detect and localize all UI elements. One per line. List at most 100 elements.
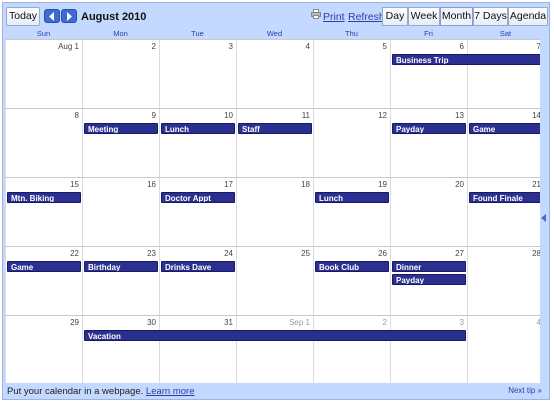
day-cell[interactable]: 4 bbox=[467, 316, 544, 384]
chevron-right-icon bbox=[67, 12, 72, 21]
day-number: 27 bbox=[455, 249, 464, 258]
dow-label: Sun bbox=[36, 29, 51, 38]
day-cell[interactable]: 14 bbox=[467, 109, 544, 177]
day-cell[interactable]: 3 bbox=[390, 316, 467, 384]
day-number: 12 bbox=[378, 111, 387, 120]
day-cell[interactable]: Aug 1 bbox=[5, 40, 82, 108]
calendar-event[interactable]: Game bbox=[469, 123, 543, 134]
learn-more-link[interactable]: Learn more bbox=[146, 386, 195, 397]
chevron-left-icon bbox=[541, 214, 546, 222]
day-cell[interactable]: 4 bbox=[236, 40, 313, 108]
day-cell[interactable]: 6 bbox=[390, 40, 467, 108]
tab-7-days[interactable]: 7 Days bbox=[473, 7, 508, 26]
calendar-event[interactable]: Doctor Appt bbox=[161, 192, 235, 203]
day-cell[interactable]: 3 bbox=[159, 40, 236, 108]
month-grid: Aug 1 2 3 4 5 6 7 8 9 10 11 12 13 14 15 16 17 18 19 20 21 22 2… bbox=[5, 39, 543, 384]
day-cell[interactable]: 25 bbox=[236, 247, 313, 315]
day-cell[interactable]: 31 bbox=[159, 316, 236, 384]
day-number: 31 bbox=[224, 318, 233, 327]
printer-icon[interactable] bbox=[311, 9, 321, 19]
next-month-button[interactable] bbox=[61, 9, 77, 23]
day-of-week-header: Sun Mon Tue Wed Thu Fri Sat bbox=[3, 29, 539, 39]
day-cell[interactable]: 10 bbox=[159, 109, 236, 177]
calendar-event[interactable]: Meeting bbox=[84, 123, 158, 134]
week-row: 8 9 10 11 12 13 14 bbox=[5, 108, 541, 177]
tab-week[interactable]: Week bbox=[408, 7, 440, 26]
calendar-event[interactable]: Birthday bbox=[84, 261, 158, 272]
tab-day[interactable]: Day bbox=[382, 7, 408, 26]
day-cell[interactable]: 13 bbox=[390, 109, 467, 177]
day-cell[interactable]: 22 bbox=[5, 247, 82, 315]
previous-month-button[interactable] bbox=[44, 9, 60, 23]
dow-label: Mon bbox=[113, 29, 128, 38]
day-number: 11 bbox=[301, 111, 310, 120]
day-number: 8 bbox=[74, 111, 79, 120]
calendar-event[interactable]: Dinner bbox=[392, 261, 466, 272]
day-cell[interactable]: 2 bbox=[82, 40, 159, 108]
dow-label: Fri bbox=[424, 29, 433, 38]
day-number: Aug 1 bbox=[58, 42, 79, 51]
calendar-event[interactable]: Payday bbox=[392, 274, 466, 285]
calendar-event[interactable]: Lunch bbox=[315, 192, 389, 203]
day-cell[interactable]: 21 bbox=[467, 178, 544, 246]
day-number: 17 bbox=[224, 180, 233, 189]
day-cell[interactable]: 28 bbox=[467, 247, 544, 315]
today-button[interactable]: Today bbox=[6, 7, 40, 26]
day-cell[interactable]: 2 bbox=[313, 316, 390, 384]
day-number: 4 bbox=[305, 42, 310, 51]
calendar-event[interactable]: Found Finale bbox=[469, 192, 543, 203]
day-number: 30 bbox=[147, 318, 156, 327]
calendar-frame: Today August 2010 Print Refresh Day Week… bbox=[2, 2, 550, 400]
refresh-link[interactable]: Refresh bbox=[348, 11, 385, 23]
print-link[interactable]: Print bbox=[323, 11, 345, 23]
calendar-event[interactable]: Payday bbox=[392, 123, 466, 134]
day-cell[interactable]: 19 bbox=[313, 178, 390, 246]
day-cell[interactable]: 29 bbox=[5, 316, 82, 384]
day-cell[interactable]: 24 bbox=[159, 247, 236, 315]
day-cell[interactable]: 18 bbox=[236, 178, 313, 246]
day-number: 23 bbox=[147, 249, 156, 258]
calendar-event[interactable]: Mtn. Biking bbox=[7, 192, 81, 203]
side-panel-toggle[interactable] bbox=[540, 39, 548, 383]
calendar-event[interactable]: Game bbox=[7, 261, 81, 272]
chevron-left-icon bbox=[49, 12, 54, 21]
day-number: 3 bbox=[459, 318, 464, 327]
day-number: 19 bbox=[378, 180, 387, 189]
day-number: 3 bbox=[228, 42, 233, 51]
toolbar: Today August 2010 Print Refresh Day Week… bbox=[3, 3, 549, 29]
day-number: 10 bbox=[224, 111, 233, 120]
day-number: 13 bbox=[455, 111, 464, 120]
week-row: 29 30 31 Sep 1 2 34 bbox=[5, 315, 541, 384]
day-cell[interactable]: 20 bbox=[390, 178, 467, 246]
day-cell[interactable]: 15 bbox=[5, 178, 82, 246]
day-number: 24 bbox=[224, 249, 233, 258]
calendar-event[interactable]: Vacation bbox=[84, 330, 466, 341]
day-number: 25 bbox=[301, 249, 310, 258]
day-number: Sep 1 bbox=[289, 318, 310, 327]
day-cell[interactable]: 12 bbox=[313, 109, 390, 177]
calendar-event[interactable]: Drinks Dave bbox=[161, 261, 235, 272]
tab-agenda[interactable]: Agenda bbox=[508, 7, 548, 26]
day-cell[interactable]: 23 bbox=[82, 247, 159, 315]
day-cell[interactable]: 30 bbox=[82, 316, 159, 384]
tab-month[interactable]: Month bbox=[440, 7, 473, 26]
day-cell[interactable]: Sep 1 bbox=[236, 316, 313, 384]
dow-label: Wed bbox=[266, 29, 283, 38]
calendar-event[interactable]: Staff bbox=[238, 123, 312, 134]
day-cell[interactable]: 11 bbox=[236, 109, 313, 177]
month-title: August 2010 bbox=[81, 11, 147, 23]
next-tip-link[interactable]: Next tip » bbox=[508, 386, 542, 395]
day-number: 18 bbox=[301, 180, 310, 189]
day-cell[interactable]: 5 bbox=[313, 40, 390, 108]
calendar-event[interactable]: Business Trip bbox=[392, 54, 543, 65]
day-cell[interactable]: 16 bbox=[82, 178, 159, 246]
calendar-event[interactable]: Lunch bbox=[161, 123, 235, 134]
day-cell[interactable]: 7 bbox=[467, 40, 544, 108]
day-number: 26 bbox=[378, 249, 387, 258]
day-number: 2 bbox=[382, 318, 387, 327]
day-cell[interactable]: 26 bbox=[313, 247, 390, 315]
day-cell[interactable]: 8 bbox=[5, 109, 82, 177]
day-cell[interactable]: 9 bbox=[82, 109, 159, 177]
day-cell[interactable]: 17 bbox=[159, 178, 236, 246]
calendar-event[interactable]: Book Club bbox=[315, 261, 389, 272]
